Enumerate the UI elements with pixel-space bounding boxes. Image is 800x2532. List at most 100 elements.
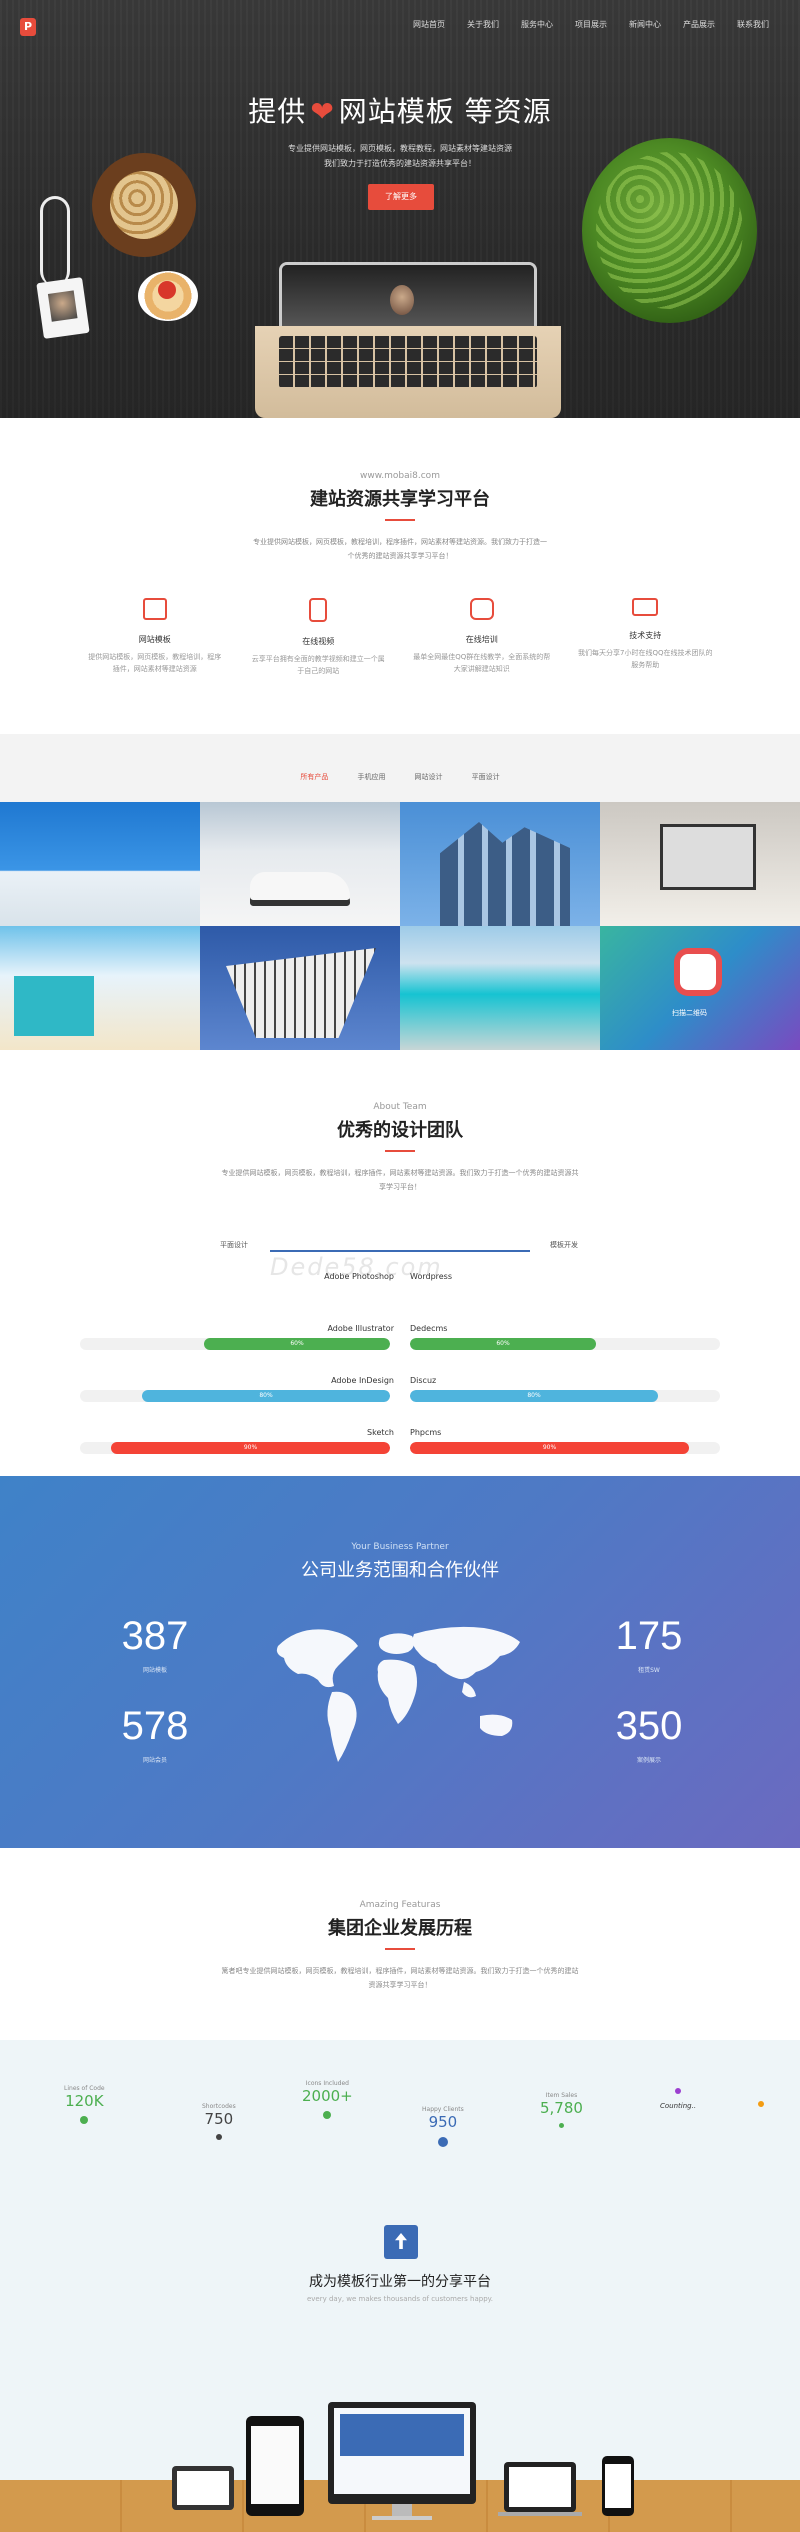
- mobile-icon: [309, 598, 328, 622]
- tab-web-design[interactable]: 网站设计: [415, 773, 443, 781]
- feature-desc: 最单全网最佳QQ群在线教学，全面系统的帮大家讲解建站知识: [413, 653, 551, 673]
- milestone-value: Counting..: [660, 2102, 697, 2110]
- gallery-item-pool[interactable]: [400, 926, 600, 1050]
- tab-all-products[interactable]: 所有产品: [300, 773, 328, 781]
- skill-row: Adobe Photoshop Wordpress: [80, 1272, 720, 1324]
- skill-percent: 90%: [243, 1444, 258, 1451]
- stat-label: 案例展示: [636, 1757, 661, 1764]
- gallery-overlay-text: 扫描二维码: [672, 1009, 707, 1017]
- skill-name: Dedecms: [410, 1324, 448, 1333]
- hero-title: 提供 ❤ 网站模板 等资源: [0, 90, 800, 130]
- hero-subtitle: 专业提供网站模板，网页模板，教程教程，网站素材等建站资源 我们致力于打造优秀的建…: [0, 141, 800, 171]
- title-underline: [385, 1150, 415, 1152]
- main-nav: 网站首页 关于我们 服务中心 项目展示 新闻中心 产品展示 联系我们: [402, 19, 780, 30]
- platform-section: www.mobai8.com 建站资源共享学习平台 专业提供网站模板，网页模板，…: [0, 418, 800, 734]
- platform-title: 建站资源共享学习平台: [310, 489, 490, 510]
- milestone-label: Icons Included: [305, 2080, 349, 2087]
- nav-item-news[interactable]: 新闻中心: [618, 19, 672, 30]
- gallery-item-street[interactable]: [0, 926, 200, 1050]
- skill-bar: 80%: [410, 1390, 658, 1402]
- laptop-image: [255, 262, 561, 418]
- team-title: 优秀的设计团队: [337, 1120, 463, 1141]
- milestone-happy-clients: Happy Clients 950: [422, 2106, 464, 2147]
- hero-title-left: 提供: [248, 95, 307, 128]
- partners-section: Your Business Partner 公司业务范围和合作伙伴 387 网站…: [0, 1476, 800, 1848]
- platform-desc: 专业提供网站模板，网页模板，教程培训，程序插件，网站素材等建站资源。我们致力于打…: [253, 538, 547, 560]
- hero-subtitle-line2: 我们致力于打造优秀的建站资源共享平台！: [324, 159, 476, 168]
- share-title: 成为模板行业第一的分享平台: [309, 2274, 491, 2290]
- skill-bar: 90%: [111, 1442, 390, 1454]
- milestone-value: 5,780: [540, 2099, 583, 2117]
- history-en-title: Amazing Featuras: [359, 1900, 441, 1910]
- skill-name: Discuz: [410, 1376, 437, 1385]
- gallery-item-car[interactable]: [200, 802, 400, 926]
- skill-percent: 60%: [496, 1340, 510, 1347]
- milestone-icons: Icons Included 2000+: [302, 2080, 353, 2119]
- nav-item-service[interactable]: 服务中心: [510, 19, 564, 30]
- team-col-graphic[interactable]: 平面设计: [220, 1240, 248, 1250]
- team-section: About Team 优秀的设计团队 专业提供网站模板，网页模板，教程培训，程序…: [0, 1050, 800, 1476]
- feature-training[interactable]: 在线培训 最单全网最佳QQ群在线教学，全面系统的帮大家讲解建站知识: [400, 598, 564, 677]
- layers-icon: [142, 598, 167, 620]
- devices-illustration: [172, 2402, 634, 2520]
- skill-bar: 80%: [142, 1390, 390, 1402]
- milestone-dot: [437, 2137, 448, 2147]
- share-subtitle: every day, we makes thousands of custome…: [306, 2295, 494, 2303]
- nav-item-projects[interactable]: 项目展示: [564, 19, 618, 30]
- laptop-screen: [279, 262, 537, 326]
- milestone-label: Lines of Code: [64, 2085, 105, 2092]
- tab-mobile-apps[interactable]: 手机应用: [357, 773, 385, 781]
- tab-graphic-design[interactable]: 平面设计: [472, 773, 500, 781]
- feature-desc: 我们每天分享7小时在线QQ在线技术团队的服务帮助: [578, 649, 713, 669]
- milestone-dot: [675, 2088, 682, 2094]
- gallery-item-sky[interactable]: [0, 802, 200, 926]
- hero-subtitle-line1: 专业提供网站模板，网页模板，教程教程，网站素材等建站资源: [288, 144, 512, 153]
- nav-item-home[interactable]: 网站首页: [402, 19, 456, 30]
- gallery-item-app[interactable]: 扫描二维码: [600, 926, 800, 1050]
- learn-more-button[interactable]: 了解更多: [368, 184, 434, 210]
- gallery-item-skyscrapers[interactable]: [400, 802, 600, 926]
- milestone-counting: Counting..: [660, 2088, 696, 2110]
- team-en-title: About Team: [373, 1102, 427, 1112]
- stat-number: 387: [121, 1614, 189, 1658]
- features-row: 网站模板 提供网站模板，网页模板，教程培训，程序插件，网站素材等建站资源 在线视…: [73, 598, 727, 677]
- feature-title: 在线培训: [465, 635, 498, 644]
- feature-title: 技术支持: [629, 631, 662, 640]
- gallery-item-building[interactable]: [200, 926, 400, 1050]
- milestone-lines-of-code: Lines of Code 120K: [64, 2085, 105, 2124]
- briefcase-icon: [632, 598, 659, 616]
- lanyard-decoration: [40, 196, 70, 286]
- portfolio-gallery: 扫描二维码: [0, 802, 800, 1050]
- heart-icon: ❤: [310, 95, 335, 128]
- world-map: [276, 1626, 520, 1762]
- portfolio-filter-bar: 所有产品 手机应用 网站设计 平面设计: [0, 734, 800, 802]
- history-title: 集团企业发展历程: [328, 1918, 472, 1939]
- nav-item-about[interactable]: 关于我们: [456, 19, 510, 30]
- hero-banner: P 网站首页 关于我们 服务中心 项目展示 新闻中心 产品展示 联系我们 提供 ❤…: [0, 0, 800, 418]
- feature-desc: 提供网站模板，网页模板，教程培训，程序插件，网站素材等建站资源: [88, 653, 222, 673]
- skill-percent: 80%: [527, 1392, 541, 1399]
- feature-templates[interactable]: 网站模板 提供网站模板，网页模板，教程培训，程序插件，网站素材等建站资源: [73, 598, 237, 677]
- milestone-dot: [80, 2116, 89, 2124]
- upload-icon: [384, 2225, 418, 2259]
- feature-support[interactable]: 技术支持 我们每天分享7小时在线QQ在线技术团队的服务帮助: [564, 598, 728, 677]
- team-tab-underline: [270, 1250, 530, 1252]
- laptop-keyboard: [255, 326, 561, 418]
- team-desc: 专业提供网站模板，网页模板，教程培训，程序插件，网站素材等建站资源。我们致力于打…: [221, 1169, 579, 1191]
- team-col-template[interactable]: 模板开发: [550, 1240, 578, 1250]
- stat-templates: 387 网站模板: [100, 1614, 210, 1674]
- feature-desc: 云享平台拥有全面的教学视频和建立一个属于自己的网站: [251, 655, 385, 675]
- nav-item-products[interactable]: 产品展示: [672, 19, 726, 30]
- skill-bar: 90%: [410, 1442, 689, 1454]
- gallery-item-office[interactable]: [600, 802, 800, 926]
- skill-row: Adobe InDesign 80% Discuz 80%: [80, 1376, 720, 1428]
- milestone-shortcodes: Shortcodes 750: [202, 2103, 236, 2140]
- milestone-label: Shortcodes: [202, 2103, 236, 2110]
- title-underline: [385, 1948, 415, 1950]
- site-logo[interactable]: P: [20, 18, 36, 36]
- milestone-dot: [215, 2134, 222, 2140]
- skill-row: Adobe Illustrator 60% Dedecms 60%: [80, 1324, 720, 1376]
- nav-item-contact[interactable]: 联系我们: [726, 19, 780, 30]
- feature-video[interactable]: 在线视频 云享平台拥有全面的教学视频和建立一个属于自己的网站: [237, 598, 401, 677]
- milestone-item-sales: Item Sales 5,780: [540, 2092, 583, 2128]
